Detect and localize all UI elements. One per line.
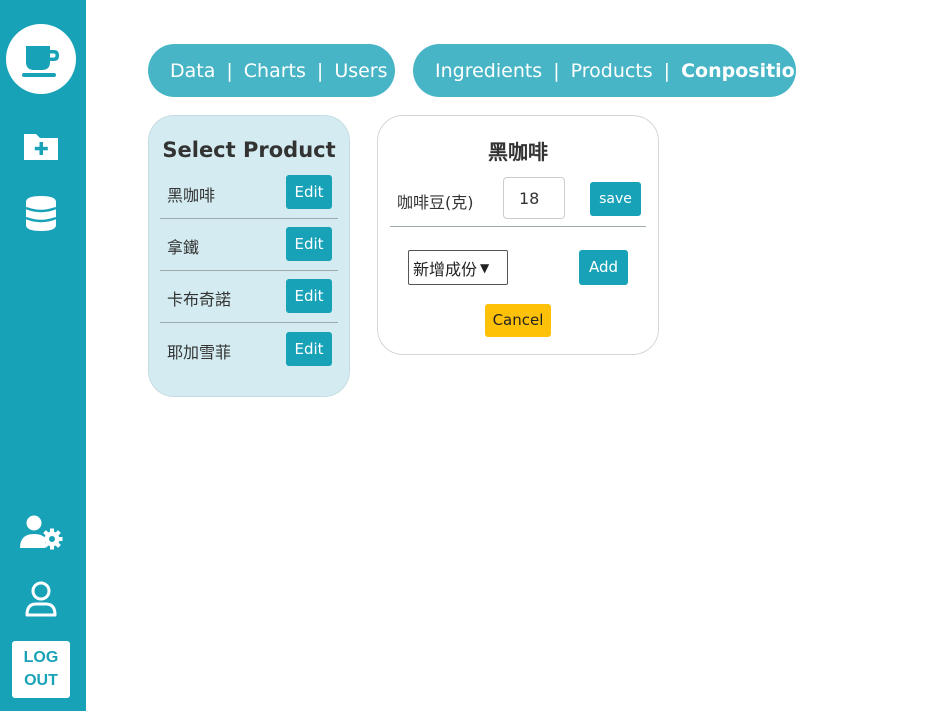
product-name: 拿鐵 xyxy=(167,238,200,257)
nav-separator: | xyxy=(663,59,671,82)
nav-link-data[interactable]: Data xyxy=(170,60,215,82)
sidebar: LOG OUT xyxy=(0,0,86,711)
nav-separator: | xyxy=(316,59,324,82)
select-product-title: Select Product xyxy=(162,138,336,162)
add-ingredient-select[interactable]: 新增成份 ▼ xyxy=(408,250,508,285)
logout-label-line2: OUT xyxy=(24,672,58,689)
nav-link-charts[interactable]: Charts xyxy=(244,60,306,82)
select-product-panel: Select Product 黑咖啡 Edit 拿鐵 Edit 卡布奇諾 Edi… xyxy=(148,115,350,397)
folder-plus-icon xyxy=(24,134,58,160)
cancel-button[interactable]: Cancel xyxy=(485,304,551,337)
product-row: 耶加雪菲 Edit xyxy=(160,323,338,375)
nav-separator: | xyxy=(226,59,233,82)
product-row: 拿鐵 Edit xyxy=(160,218,338,271)
edit-product-button[interactable]: Edit xyxy=(286,279,332,313)
logout-label-line1: LOG xyxy=(23,649,59,666)
coffee-cup-icon xyxy=(22,46,59,77)
sidebar-item-database[interactable] xyxy=(18,194,64,234)
ingredient-quantity-input[interactable] xyxy=(503,177,565,219)
sidebar-item-user-profile[interactable] xyxy=(18,580,64,620)
chevron-down-icon: ▼ xyxy=(480,260,490,275)
add-ingredient-select-value: 新增成份 xyxy=(413,259,478,279)
logout-button[interactable]: LOG OUT xyxy=(12,641,70,698)
nav-separator: | xyxy=(553,59,560,82)
composition-panel: 黑咖啡 咖啡豆(克) save 新增成份 ▼ Add Cancel xyxy=(377,115,659,355)
nav-link-ingredients[interactable]: Ingredients xyxy=(435,60,542,82)
edit-product-button[interactable]: Edit xyxy=(286,332,332,366)
sidebar-item-user-settings[interactable] xyxy=(18,514,64,554)
divider xyxy=(390,226,646,227)
product-name: 耶加雪菲 xyxy=(167,343,232,362)
save-button[interactable]: save xyxy=(590,182,641,216)
composition-title: 黑咖啡 xyxy=(488,140,548,164)
user-settings-icon xyxy=(20,515,63,550)
product-name: 卡布奇諾 xyxy=(167,290,232,309)
nav-pill-catalog: Ingredients | Products | Conposition xyxy=(413,44,808,97)
nav-link-conposition[interactable]: Conposition xyxy=(681,60,808,82)
nav-link-users[interactable]: Users xyxy=(334,60,387,82)
database-icon xyxy=(25,196,57,231)
nav-pill-admin: Data | Charts | Users xyxy=(148,44,395,97)
add-button[interactable]: Add xyxy=(579,250,628,285)
product-name: 黑咖啡 xyxy=(167,186,216,205)
ingredient-name: 咖啡豆(克) xyxy=(397,193,474,212)
nav-link-products[interactable]: Products xyxy=(571,60,653,82)
user-icon xyxy=(25,581,57,617)
product-row: 卡布奇諾 Edit xyxy=(160,270,338,323)
edit-product-button[interactable]: Edit xyxy=(286,175,332,209)
logo[interactable] xyxy=(6,24,76,94)
product-row: 黑咖啡 Edit xyxy=(160,166,338,219)
sidebar-item-add-folder[interactable] xyxy=(18,127,64,167)
edit-product-button[interactable]: Edit xyxy=(286,227,332,261)
